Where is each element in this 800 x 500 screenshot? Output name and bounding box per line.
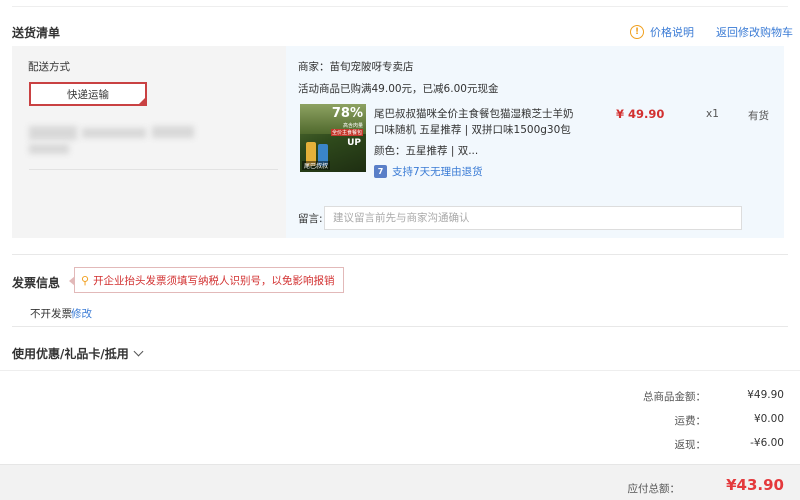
thumb-caption-2: 全价主食餐包 bbox=[330, 129, 363, 136]
delivery-method-label: 配送方式 bbox=[28, 61, 70, 73]
coupon-label: 使用优惠/礼品卡/抵用 bbox=[12, 347, 129, 361]
product-stock-status: 有货 bbox=[748, 110, 769, 122]
price-help-label: 价格说明 bbox=[650, 26, 694, 39]
payable-value: ¥43.90 bbox=[726, 476, 784, 494]
product-title-link[interactable]: 尾巴叔叔猫咪全价主食餐包猫湿粮芝士羊奶口味随机 五星推荐 | 双拼口味1500g… bbox=[374, 106, 574, 138]
selected-corner-icon bbox=[137, 96, 147, 106]
rebate-value: -¥6.00 bbox=[750, 437, 784, 449]
thumb-caption-1: 高含肉量 bbox=[342, 123, 363, 129]
delivery-divider bbox=[29, 169, 278, 170]
return-policy-label: 支持7天无理由退货 bbox=[392, 166, 483, 178]
section-divider bbox=[12, 326, 788, 327]
order-panel: 商家：苗旬宠陂呀专卖店 活动商品已购满49.00元，已减6.00元现金 78% … bbox=[286, 46, 784, 238]
redacted-address-block bbox=[82, 128, 146, 138]
section-divider bbox=[12, 254, 788, 255]
thumb-percent: 78% bbox=[331, 106, 363, 121]
rebate-label: 返现： bbox=[674, 439, 707, 451]
section-divider bbox=[0, 370, 800, 371]
thumb-up: UP bbox=[347, 138, 361, 148]
invoice-tip-text: 开企业抬头发票须填写纳税人识别号，以免影响报销 bbox=[93, 274, 335, 287]
delivery-list-title: 送货清单 bbox=[12, 26, 61, 40]
invoice-tip: ⚲ 开企业抬头发票须填写纳税人识别号，以免影响报销 bbox=[69, 267, 344, 293]
delivery-method-option-label: 快递运输 bbox=[67, 88, 109, 101]
back-to-cart-link[interactable]: 返回修改购物车 bbox=[716, 24, 793, 40]
shipping-label: 运费： bbox=[674, 415, 707, 427]
delivery-method-option[interactable]: 快递运输 bbox=[29, 82, 147, 106]
shipping-row: 运费： ¥0.00 bbox=[554, 413, 785, 428]
redacted-address-block bbox=[152, 126, 194, 138]
price-help-link[interactable]: ! 价格说明 bbox=[630, 24, 694, 40]
invoice-state: 不开发票 bbox=[30, 308, 72, 320]
invoice-edit-link[interactable]: 修改 bbox=[71, 306, 92, 321]
product-price: ¥ 49.90 bbox=[616, 107, 665, 121]
message-label: 留言: bbox=[298, 213, 323, 225]
goods-total-row: 总商品金额： ¥49.90 bbox=[554, 389, 784, 404]
shop-name: 商家：苗旬宠陂呀专卖店 bbox=[298, 61, 414, 73]
lightbulb-icon: ⚲ bbox=[81, 273, 90, 287]
redacted-address-block bbox=[29, 126, 77, 140]
message-input[interactable] bbox=[324, 206, 742, 230]
seven-day-return-icon: 7 bbox=[374, 165, 387, 178]
goods-total-value: ¥49.90 bbox=[747, 389, 784, 401]
invoice-title: 发票信息 bbox=[12, 276, 61, 290]
goods-total-label: 总商品金额： bbox=[643, 391, 706, 403]
return-policy[interactable]: 7 支持7天无理由退货 bbox=[374, 164, 483, 179]
payable-label: 应付总额： bbox=[627, 483, 681, 495]
redacted-address-block bbox=[29, 144, 69, 154]
payable-bar: 应付总额： ¥43.90 bbox=[0, 464, 800, 500]
rebate-row: 返现： -¥6.00 bbox=[554, 437, 785, 452]
product-thumbnail[interactable]: 78% 高含肉量 全价主食餐包 UP 尾巴叔叔 bbox=[300, 104, 366, 172]
thumb-brand: 尾巴叔叔 bbox=[302, 161, 331, 170]
shipping-value: ¥0.00 bbox=[753, 413, 784, 425]
product-color: 颜色：五星推荐 | 双... bbox=[374, 145, 479, 157]
info-icon: ! bbox=[630, 25, 644, 39]
promo-text: 活动商品已购满49.00元，已减6.00元现金 bbox=[298, 83, 499, 95]
product-quantity: x1 bbox=[706, 108, 719, 120]
delivery-method-panel: 配送方式 快递运输 bbox=[12, 46, 286, 238]
top-divider bbox=[12, 6, 788, 7]
coupon-toggle[interactable]: 使用优惠/礼品卡/抵用 bbox=[12, 345, 144, 362]
chevron-down-icon bbox=[133, 346, 144, 357]
